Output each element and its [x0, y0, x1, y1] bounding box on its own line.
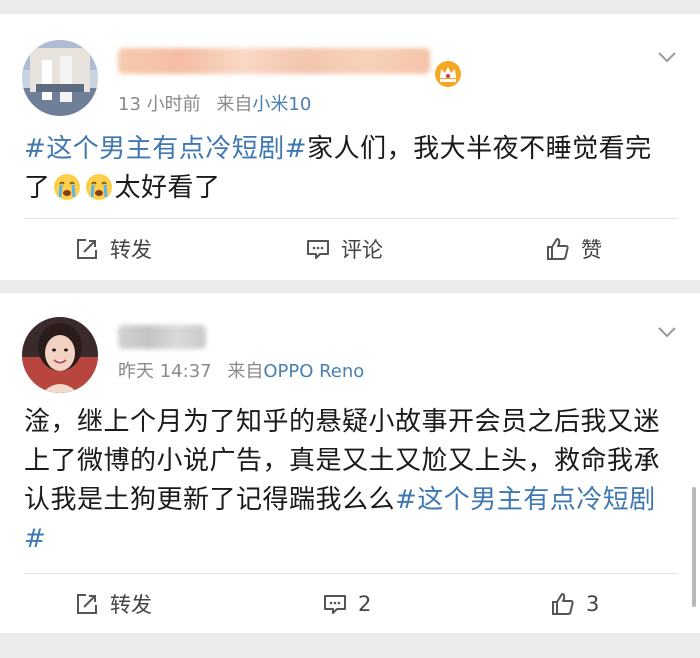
thumbs-up-icon	[552, 593, 574, 615]
thumbs-up-icon	[547, 238, 569, 260]
like-button[interactable]: 3	[550, 579, 599, 629]
post-time: 13 小时前	[118, 94, 201, 115]
username-blurred[interactable]	[118, 325, 206, 349]
avatar[interactable]	[22, 317, 98, 393]
via-label: 来自	[227, 361, 264, 382]
chevron-down-icon[interactable]	[656, 46, 678, 68]
device-link[interactable]: 小米10	[252, 94, 311, 115]
post-card: 13 小时前 来自小米10 #这个男主有点冷短剧#家人们，我大半夜不睡觉看完了太…	[0, 14, 700, 280]
crown-badge-icon	[435, 61, 461, 87]
action-bar: 转发 2 3	[0, 579, 700, 629]
divider	[24, 218, 678, 219]
repost-button[interactable]: 转发	[74, 579, 152, 629]
comment-label: 评论	[341, 238, 383, 262]
post-time: 昨天 14:37	[118, 361, 212, 382]
device-link[interactable]: OPPO Reno	[263, 361, 364, 382]
action-bar: 转发 评论 赞	[0, 224, 700, 274]
comment-icon	[307, 240, 329, 259]
like-label: 赞	[581, 238, 602, 262]
hashtag-link[interactable]: #这个男主有点冷短剧#	[24, 134, 307, 164]
crying-emoji-icon	[53, 174, 80, 200]
post-meta: 昨天 14:37 来自OPPO Reno	[118, 357, 364, 383]
repost-icon	[77, 239, 97, 259]
post-body: 淦，继上个月为了知乎的悬疑小故事开会员之后我又迷上了微博的小说广告，真是又土又尬…	[24, 403, 678, 559]
username-blurred[interactable]	[118, 48, 430, 74]
post-text-tail: 太好看了	[114, 173, 221, 203]
scrollbar[interactable]	[692, 487, 696, 607]
comment-count: 2	[358, 592, 372, 616]
crying-emoji-icon	[85, 174, 112, 200]
chevron-down-icon[interactable]	[656, 321, 678, 343]
repost-label: 转发	[110, 593, 152, 617]
like-button[interactable]: 赞	[545, 224, 602, 274]
like-count: 3	[586, 592, 600, 616]
post-meta: 13 小时前 来自小米10	[118, 90, 311, 116]
post-body: #这个男主有点冷短剧#家人们，我大半夜不睡觉看完了 太好看了	[24, 130, 678, 208]
comment-button[interactable]: 2	[322, 579, 371, 629]
comment-icon	[324, 595, 346, 614]
comment-button[interactable]: 评论	[305, 224, 383, 274]
avatar[interactable]	[22, 40, 98, 116]
repost-icon	[77, 594, 97, 614]
repost-button[interactable]: 转发	[74, 224, 152, 274]
repost-label: 转发	[110, 238, 152, 262]
post-card: 昨天 14:37 来自OPPO Reno 淦，继上个月为了知乎的悬疑小故事开会员…	[0, 293, 700, 633]
via-label: 来自	[216, 94, 253, 115]
divider	[24, 573, 678, 574]
